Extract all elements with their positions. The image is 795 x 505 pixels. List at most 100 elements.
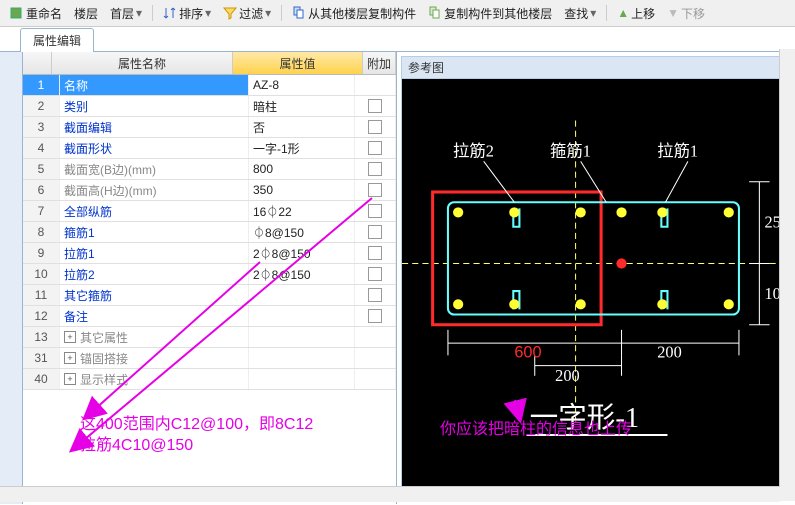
table-row[interactable]: 1名称AZ-8 xyxy=(23,75,396,96)
property-name-cell[interactable]: 截面编辑 xyxy=(60,117,249,137)
addon-checkbox[interactable] xyxy=(368,246,382,260)
property-value-cell[interactable]: 否 xyxy=(249,117,355,137)
property-name-cell[interactable]: 类别 xyxy=(60,96,249,116)
addon-cell[interactable] xyxy=(355,369,396,389)
property-name-cell[interactable]: 全部纵筋 xyxy=(60,201,249,221)
scrollbar-vertical[interactable] xyxy=(779,49,795,501)
property-name-cell[interactable]: 名称 xyxy=(60,75,249,95)
property-name-cell[interactable]: +其它属性 xyxy=(60,327,249,347)
tab-property-edit[interactable]: 属性编辑 xyxy=(20,28,94,52)
row-number: 1 xyxy=(23,75,60,95)
addon-checkbox[interactable] xyxy=(368,288,382,302)
expand-icon[interactable]: + xyxy=(64,352,76,364)
addon-cell[interactable] xyxy=(355,96,396,116)
addon-checkbox[interactable] xyxy=(368,204,382,218)
scrollbar-horizontal[interactable] xyxy=(0,486,780,502)
table-row[interactable]: 11其它箍筋 xyxy=(23,285,396,306)
rename-button[interactable]: 重命名 xyxy=(6,5,66,22)
property-name-cell[interactable]: 拉筋1 xyxy=(60,243,249,263)
home-floor-dropdown[interactable]: 首层 ▾ xyxy=(106,5,146,22)
addon-checkbox[interactable] xyxy=(368,225,382,239)
property-value-cell[interactable] xyxy=(249,327,355,347)
find-dropdown[interactable]: 查找 ▾ xyxy=(560,5,600,22)
grid-header-addon[interactable]: 附加 xyxy=(363,52,396,74)
property-name-cell[interactable]: 截面高(H边)(mm) xyxy=(60,180,249,200)
property-value-cell[interactable]: 2⏀8@150 xyxy=(249,264,355,284)
addon-checkbox[interactable] xyxy=(368,267,382,281)
move-down-button[interactable]: ▼下移 xyxy=(663,5,709,22)
filter-dropdown[interactable]: 过滤 ▾ xyxy=(219,5,275,22)
addon-checkbox[interactable] xyxy=(368,183,382,197)
addon-cell[interactable] xyxy=(355,243,396,263)
addon-cell[interactable] xyxy=(355,180,396,200)
grid-header-value[interactable]: 属性值 xyxy=(233,52,363,74)
table-row[interactable]: 12备注 xyxy=(23,306,396,327)
property-value-cell[interactable]: 暗柱 xyxy=(249,96,355,116)
sort-dropdown[interactable]: 排序 ▾ xyxy=(159,5,215,22)
copy-from-button[interactable]: 从其他楼层复制构件 xyxy=(288,5,420,22)
addon-cell[interactable] xyxy=(355,75,396,95)
table-row[interactable]: 9拉筋12⏀8@150 xyxy=(23,243,396,264)
addon-checkbox[interactable] xyxy=(368,99,382,113)
property-name-cell[interactable]: 截面形状 xyxy=(60,138,249,158)
property-grid-pane: 属性名称 属性值 附加 1名称AZ-82类别暗柱3截面编辑否4截面形状一字-1形… xyxy=(0,52,397,504)
property-name-cell[interactable]: 拉筋2 xyxy=(60,264,249,284)
table-row[interactable]: 10拉筋22⏀8@150 xyxy=(23,264,396,285)
addon-cell[interactable] xyxy=(355,306,396,326)
property-value-cell[interactable]: 2⏀8@150 xyxy=(249,243,355,263)
addon-checkbox[interactable] xyxy=(368,309,382,323)
property-value-cell[interactable]: AZ-8 xyxy=(249,75,355,95)
table-row[interactable]: 8箍筋1⏀8@150 xyxy=(23,222,396,243)
property-value-cell[interactable] xyxy=(249,348,355,368)
property-name-cell[interactable]: 备注 xyxy=(60,306,249,326)
grid-header-name[interactable]: 属性名称 xyxy=(52,52,233,74)
addon-checkbox[interactable] xyxy=(368,120,382,134)
addon-cell[interactable] xyxy=(355,138,396,158)
property-value-cell[interactable]: 800 xyxy=(249,159,355,179)
diagram-caption: 一字形-1 xyxy=(530,402,640,434)
grid-body[interactable]: 1名称AZ-82类别暗柱3截面编辑否4截面形状一字-1形5截面宽(B边)(mm)… xyxy=(23,75,396,390)
property-name: 箍筋1 xyxy=(64,224,95,241)
rename-icon xyxy=(10,6,24,20)
addon-cell[interactable] xyxy=(355,117,396,137)
addon-cell[interactable] xyxy=(355,264,396,284)
table-row[interactable]: 7全部纵筋16⏀22 xyxy=(23,201,396,222)
table-row[interactable]: 40+显示样式 xyxy=(23,369,396,390)
table-row[interactable]: 3截面编辑否 xyxy=(23,117,396,138)
table-row[interactable]: 6截面高(H边)(mm)350 xyxy=(23,180,396,201)
property-name-cell[interactable]: 截面宽(B边)(mm) xyxy=(60,159,249,179)
property-value-cell[interactable]: 350 xyxy=(249,180,355,200)
property-name-cell[interactable]: +显示样式 xyxy=(60,369,249,389)
diagram-canvas[interactable]: 拉筋2 箍筋1 拉筋1 250 100 200 200 600 一字形-1 xyxy=(402,79,790,499)
expand-icon[interactable]: + xyxy=(64,331,76,343)
property-value-cell[interactable] xyxy=(249,285,355,305)
table-row[interactable]: 2类别暗柱 xyxy=(23,96,396,117)
table-row[interactable]: 13+其它属性 xyxy=(23,327,396,348)
table-row[interactable]: 5截面宽(B边)(mm)800 xyxy=(23,159,396,180)
main-toolbar: 重命名 楼层 首层 ▾ 排序 ▾ 过滤 ▾ 从其他楼层复制构件 复制构件到其他楼… xyxy=(0,0,795,27)
move-up-label: 上移 xyxy=(631,5,655,22)
property-name-cell[interactable]: 其它箍筋 xyxy=(60,285,249,305)
property-value-cell[interactable]: 一字-1形 xyxy=(249,138,355,158)
property-name-cell[interactable]: 箍筋1 xyxy=(60,222,249,242)
addon-cell[interactable] xyxy=(355,159,396,179)
addon-cell[interactable] xyxy=(355,201,396,221)
grid-header-rownum[interactable] xyxy=(23,52,52,74)
table-row[interactable]: 4截面形状一字-1形 xyxy=(23,138,396,159)
addon-cell[interactable] xyxy=(355,285,396,305)
copy-to-button[interactable]: 复制构件到其他楼层 xyxy=(424,5,556,22)
expand-icon[interactable]: + xyxy=(64,373,76,385)
floor-dropdown[interactable]: 楼层 xyxy=(70,5,102,22)
move-up-button[interactable]: ▲上移 xyxy=(613,5,659,22)
property-value-cell[interactable]: 16⏀22 xyxy=(249,201,355,221)
property-value-cell[interactable] xyxy=(249,369,355,389)
property-value-cell[interactable] xyxy=(249,306,355,326)
addon-checkbox[interactable] xyxy=(368,162,382,176)
addon-cell[interactable] xyxy=(355,327,396,347)
property-name-cell[interactable]: +锚固搭接 xyxy=(60,348,249,368)
addon-checkbox[interactable] xyxy=(368,141,382,155)
addon-cell[interactable] xyxy=(355,348,396,368)
table-row[interactable]: 31+锚固搭接 xyxy=(23,348,396,369)
property-value-cell[interactable]: ⏀8@150 xyxy=(249,222,355,242)
addon-cell[interactable] xyxy=(355,222,396,242)
